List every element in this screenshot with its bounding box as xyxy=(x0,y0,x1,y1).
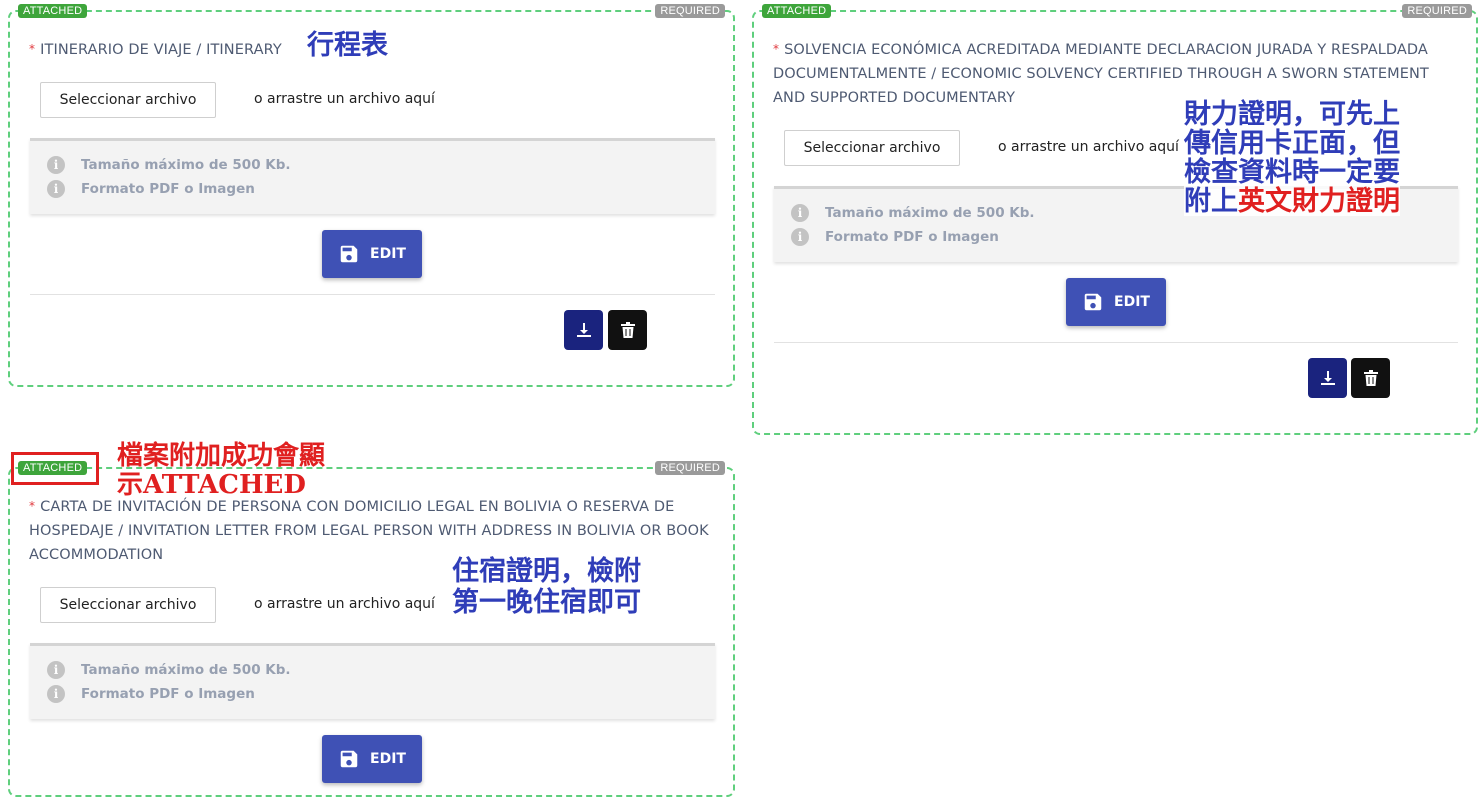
save-icon xyxy=(1084,293,1102,311)
required-badge: REQUIRED xyxy=(655,4,725,18)
document-title-text: CARTA DE INVITACIÓN DE PERSONA CON DOMIC… xyxy=(29,499,709,563)
drop-zone-text[interactable]: o arrastre un archivo aquí xyxy=(998,139,1179,155)
document-title-text: SOLVENCIA ECONÓMICA ACREDITADA MEDIANTE … xyxy=(773,42,1429,106)
annotation-itinerary: 行程表 xyxy=(307,30,388,61)
annotation-attached: 檔案附加成功會顯 示ATTACHED xyxy=(117,441,326,500)
edit-label: EDIT xyxy=(1114,294,1150,310)
annotation-financial: 財力證明，可先上 傳信用卡正面，但 檢查資料時一定要 附上英文財力證明 xyxy=(1184,99,1400,217)
document-card-invitation: ATTACHED REQUIRED * CARTA DE INVITACIÓN D… xyxy=(8,461,735,797)
divider xyxy=(774,342,1458,343)
edit-label: EDIT xyxy=(370,751,406,767)
format-info: i Formato PDF o Imagen xyxy=(47,685,255,703)
info-icon: i xyxy=(47,661,65,679)
download-icon xyxy=(576,323,591,337)
document-card-financial: ATTACHED REQUIRED * SOLVENCIA ECONÓMICA A… xyxy=(752,4,1478,435)
edit-label: EDIT xyxy=(370,246,406,262)
attached-badge: ATTACHED xyxy=(18,4,88,18)
max-size-info: i Tamaño máximo de 500 Kb. xyxy=(47,661,291,679)
info-icon: i xyxy=(791,204,809,222)
required-asterisk: * xyxy=(773,42,780,56)
save-icon xyxy=(340,245,358,263)
download-button[interactable] xyxy=(1308,358,1347,398)
info-icon: i xyxy=(47,685,65,703)
file-requirements-panel: i Tamaño máximo de 500 Kb. i Formato PDF o… xyxy=(30,643,715,719)
attached-badge: ATTACHED xyxy=(762,4,832,18)
download-icon xyxy=(1320,371,1335,385)
info-icon: i xyxy=(791,228,809,246)
divider xyxy=(30,294,715,295)
edit-button[interactable]: EDIT xyxy=(322,230,422,278)
delete-button[interactable] xyxy=(608,310,647,350)
required-asterisk: * xyxy=(29,499,36,513)
max-size-info: i Tamaño máximo de 500 Kb. xyxy=(791,204,1035,222)
select-file-button[interactable]: Seleccionar archivo xyxy=(784,130,960,166)
edit-button[interactable]: EDIT xyxy=(322,735,422,783)
save-icon xyxy=(340,750,358,768)
required-badge: REQUIRED xyxy=(1402,4,1472,18)
format-info: i Formato PDF o Imagen xyxy=(47,180,255,198)
drop-zone-text[interactable]: o arrastre un archivo aquí xyxy=(254,596,435,612)
info-icon: i xyxy=(47,180,65,198)
annotation-lodging: 住宿證明，檢附 第一晚住宿即可 xyxy=(452,556,641,618)
select-file-button[interactable]: Seleccionar archivo xyxy=(40,82,216,118)
trash-icon xyxy=(620,322,635,338)
max-size-info: i Tamaño máximo de 500 Kb. xyxy=(47,156,291,174)
download-button[interactable] xyxy=(564,310,603,350)
required-asterisk: * xyxy=(29,42,36,56)
select-file-button[interactable]: Seleccionar archivo xyxy=(40,587,216,623)
edit-button[interactable]: EDIT xyxy=(1066,278,1166,326)
document-title-text: ITINERARIO DE VIAJE / ITINERARY xyxy=(40,42,282,58)
document-card-itinerary: ATTACHED REQUIRED * ITINERARIO DE VIAJE /… xyxy=(8,4,735,387)
highlight-box xyxy=(11,452,99,485)
trash-icon xyxy=(1363,370,1378,386)
info-icon: i xyxy=(47,156,65,174)
format-info: i Formato PDF o Imagen xyxy=(791,228,999,246)
drop-zone-text[interactable]: o arrastre un archivo aquí xyxy=(254,91,435,107)
required-badge: REQUIRED xyxy=(655,461,725,475)
delete-button[interactable] xyxy=(1351,358,1390,398)
file-requirements-panel: i Tamaño máximo de 500 Kb. i Formato PDF o… xyxy=(30,138,715,214)
